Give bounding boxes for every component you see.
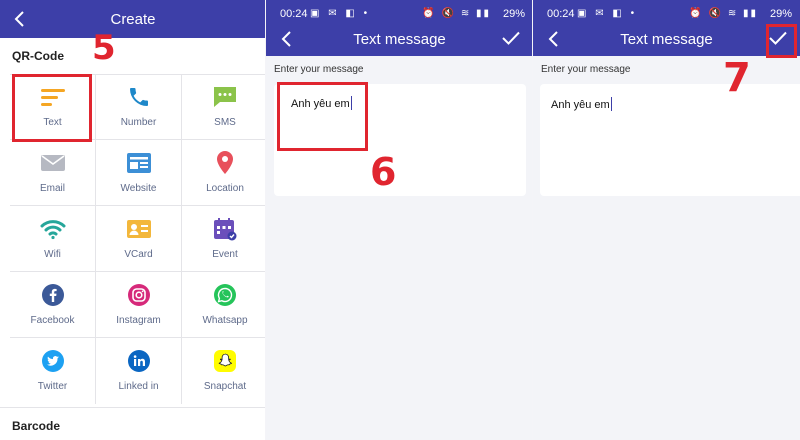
grid-item-label: Twitter: [37, 381, 68, 392]
battery-percent: 29%: [769, 8, 792, 20]
grid-item-website[interactable]: Website: [96, 140, 182, 206]
envelope-icon: [40, 155, 65, 171]
highlight-box-text: [12, 74, 92, 142]
linkedin-icon: [127, 350, 150, 372]
step-number-7: 7: [723, 55, 751, 101]
facebook-icon: [41, 284, 64, 306]
status-time: 00:24: [547, 8, 575, 20]
whatsapp-icon: [214, 284, 236, 306]
text-message-app-bar: 00:24 ▣ ✉ ◧ • ⏰ 🔇 ≋ ▮▮ 29% Text message: [533, 0, 800, 56]
location-pin-icon: [217, 151, 233, 174]
page-title: Text message: [353, 31, 446, 48]
grid-item-label: Wifi: [44, 249, 61, 260]
website-icon: [126, 153, 151, 173]
grid-item-event[interactable]: Event: [182, 206, 266, 272]
grid-item-label: Instagram: [116, 315, 161, 326]
grid-item-linkedin[interactable]: Linked in: [96, 338, 182, 404]
system-icons: ⏰ 🔇 ≋ ▮▮: [422, 8, 491, 19]
grid-item-label: Email: [39, 183, 65, 194]
notification-icons: ▣ ✉ ◧ •: [310, 8, 371, 19]
grid-divider: [0, 407, 266, 408]
grid-item-instagram[interactable]: Instagram: [96, 272, 182, 338]
grid-item-label: Event: [212, 249, 238, 260]
text-message-confirm-screen: 00:24 ▣ ✉ ◧ • ⏰ 🔇 ≋ ▮▮ 29% Text message …: [533, 0, 800, 440]
grid-item-vcard[interactable]: VCard: [96, 206, 182, 272]
grid-item-label: Website: [120, 183, 157, 194]
message-input[interactable]: Anh yêu em: [540, 84, 800, 196]
notification-icons: ▣ ✉ ◧ •: [577, 8, 638, 19]
checkmark-icon: [502, 31, 520, 45]
status-bar: 00:24 ▣ ✉ ◧ • ⏰ 🔇 ≋ ▮▮ 29%: [266, 0, 533, 26]
step-number-6: 6: [370, 150, 397, 194]
grid-item-sms[interactable]: SMS: [182, 74, 266, 140]
system-icons: ⏰ 🔇 ≋ ▮▮: [689, 8, 758, 19]
section-title-barcode: Barcode: [12, 419, 61, 433]
text-cursor: [610, 97, 612, 111]
wifi-icon: [40, 220, 65, 240]
page-title: Create: [110, 11, 156, 28]
twitter-icon: [41, 350, 64, 372]
grid-item-email[interactable]: Email: [10, 140, 96, 206]
confirm-button[interactable]: [499, 26, 523, 50]
text-message-app-bar: 00:24 ▣ ✉ ◧ • ⏰ 🔇 ≋ ▮▮ 29% Text message: [266, 0, 533, 56]
battery-percent: 29%: [502, 8, 525, 20]
grid-item-label: Whatsapp: [202, 315, 248, 326]
grid-item-wifi[interactable]: Wifi: [10, 206, 96, 272]
message-field-label: Enter your message: [541, 64, 631, 75]
status-time: 00:24: [280, 8, 308, 20]
text-message-screen: 00:24 ▣ ✉ ◧ • ⏰ 🔇 ≋ ▮▮ 29% Text message …: [266, 0, 533, 440]
grid-item-facebook[interactable]: Facebook: [10, 272, 96, 338]
grid-item-label: Number: [120, 117, 157, 128]
instagram-icon: [127, 284, 150, 306]
create-screen: Create QR-Code 5 Text Number SMS Email W…: [0, 0, 266, 440]
grid-item-location[interactable]: Location: [182, 140, 266, 206]
grid-item-label: VCard: [124, 249, 153, 260]
section-title-qr-code: QR-Code: [12, 49, 64, 63]
message-field-label: Enter your message: [274, 64, 364, 75]
grid-item-label: SMS: [214, 117, 236, 128]
calendar-icon: [214, 218, 237, 241]
sms-bubble-icon: [214, 87, 236, 107]
grid-item-label: Location: [206, 183, 244, 194]
vcard-icon: [126, 220, 151, 238]
grid-item-snapchat[interactable]: Snapchat: [182, 338, 266, 404]
highlight-box-message: [277, 82, 368, 151]
page-title: Text message: [620, 31, 713, 48]
grid-item-number[interactable]: Number: [96, 74, 182, 140]
grid-item-label: Facebook: [30, 315, 75, 326]
grid-item-whatsapp[interactable]: Whatsapp: [182, 272, 266, 338]
grid-item-twitter[interactable]: Twitter: [10, 338, 96, 404]
phone-icon: [129, 88, 148, 106]
create-app-bar: Create: [0, 0, 266, 38]
status-bar: 00:24 ▣ ✉ ◧ • ⏰ 🔇 ≋ ▮▮ 29%: [533, 0, 800, 26]
step-number-5: 5: [92, 28, 116, 68]
highlight-box-confirm: [766, 24, 797, 58]
grid-item-label: Snapchat: [203, 381, 247, 392]
snapchat-icon: [214, 350, 236, 372]
grid-item-label: Linked in: [118, 381, 159, 392]
message-text: Anh yêu em: [551, 99, 610, 111]
